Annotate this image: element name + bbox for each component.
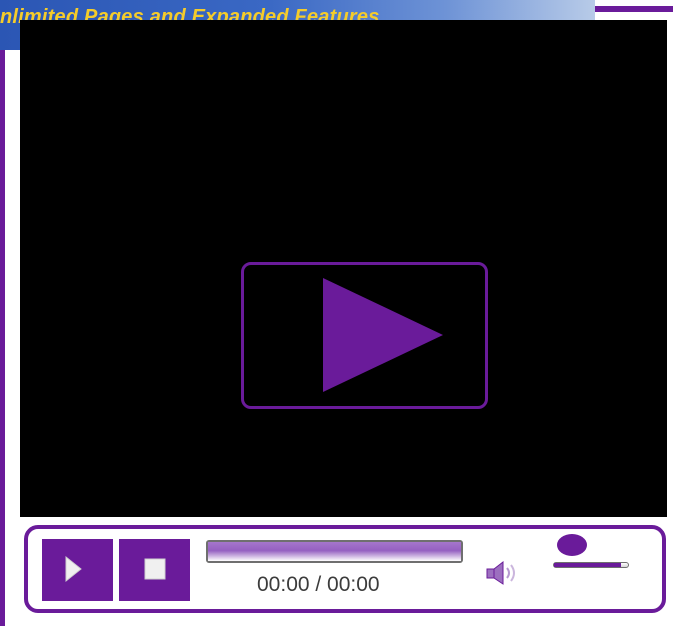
stop-button[interactable]: [119, 539, 190, 601]
volume-knob[interactable]: [557, 534, 587, 556]
volume-slider[interactable]: [553, 534, 633, 574]
control-bar: 00:00 / 00:00: [24, 525, 666, 613]
time-display: 00:00 / 00:00: [257, 573, 380, 596]
play-icon: [65, 555, 82, 583]
stop-icon: [144, 558, 166, 580]
play-icon: [323, 278, 443, 392]
page-frame-top: [595, 6, 673, 12]
play-button[interactable]: [42, 539, 113, 601]
big-play-button[interactable]: [241, 262, 488, 409]
page-frame-left: [0, 0, 5, 626]
video-area[interactable]: [20, 20, 667, 517]
speaker-icon[interactable]: [485, 558, 521, 588]
progress-bar[interactable]: [206, 540, 463, 563]
volume-track: [553, 562, 629, 568]
volume-level: [554, 563, 621, 567]
progress-fill: [208, 542, 461, 561]
